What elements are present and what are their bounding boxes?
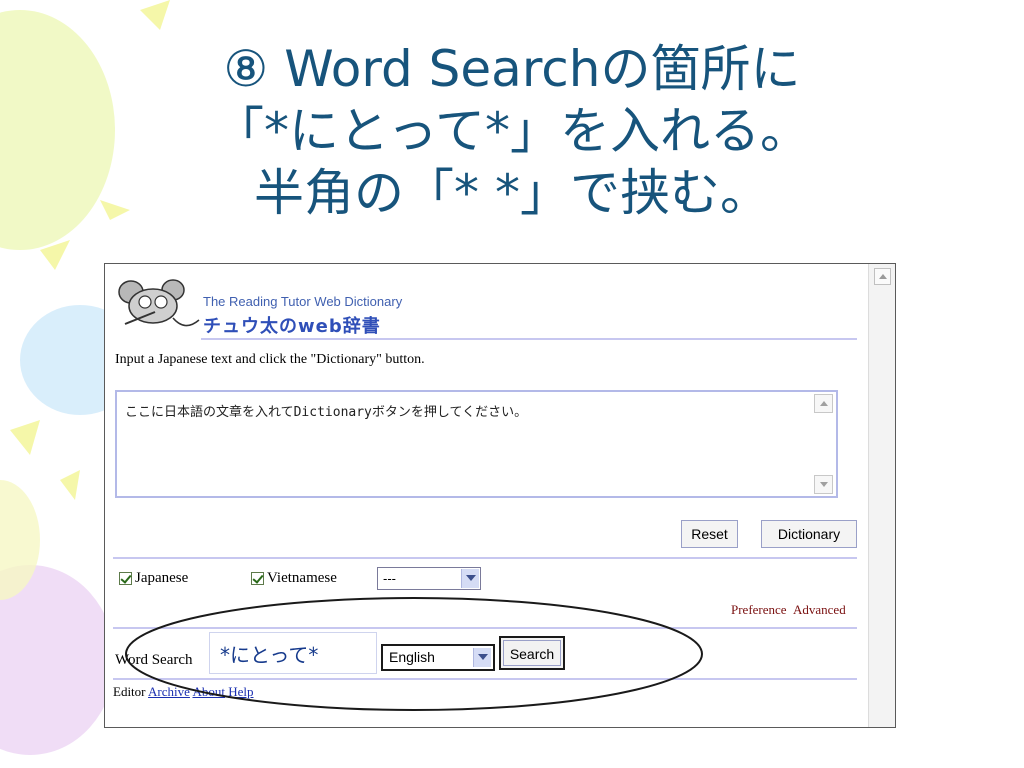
editor-label: Editor (113, 684, 146, 699)
word-search-label: Word Search (115, 652, 193, 668)
word-search-language-value: English (389, 649, 435, 665)
logo-title: チュウ太のweb辞書 (203, 316, 381, 337)
search-button[interactable]: Search (499, 636, 565, 670)
japanese-text-input[interactable]: ここに日本語の文章を入れてDictionaryボタンを押してください。 (115, 390, 838, 498)
textbox-scrollbar[interactable] (814, 394, 834, 494)
logo-subtitle: The Reading Tutor Web Dictionary (203, 294, 403, 309)
textbox-scroll-up-icon[interactable] (814, 394, 833, 413)
text-input-value: ここに日本語の文章を入れてDictionaryボタンを押してください。 (125, 405, 528, 420)
advanced-link[interactable]: Advanced (793, 602, 846, 618)
search-button-label: Search (503, 640, 561, 666)
instruction-text: Input a Japanese text and click the "Dic… (115, 352, 425, 367)
vietnamese-checkbox-label: Vietnamese (267, 570, 337, 586)
footer-divider (113, 678, 857, 680)
textbox-scroll-down-icon[interactable] (814, 475, 833, 494)
footer-links: Editor Archive About Help (113, 684, 254, 700)
reset-button[interactable]: Reset (681, 520, 738, 548)
slide-title-line-3: 半角の「* *」で挟む。 (254, 164, 770, 222)
dictionary-button[interactable]: Dictionary (761, 520, 857, 548)
scroll-up-arrow-icon[interactable] (874, 268, 891, 285)
page-scrollbar[interactable] (868, 264, 895, 727)
header-divider (201, 338, 857, 340)
options-divider (113, 557, 857, 559)
slide-title: ⑧ Word Searchの箇所に 「*にとって*」を入れる。 半角の「* *」… (0, 38, 1024, 224)
language-select-value: --- (383, 571, 396, 586)
word-search-input[interactable]: *にとって* (209, 632, 377, 674)
search-divider (113, 627, 857, 629)
dictionary-screenshot: The Reading Tutor Web Dictionary チュウ太のwe… (104, 263, 896, 728)
language-select[interactable]: --- (377, 567, 481, 590)
about-link[interactable]: About (192, 684, 225, 699)
chevron-down-icon[interactable] (461, 569, 479, 588)
slide-title-line-2: 「*にとって*」を入れる。 (214, 102, 810, 160)
japanese-checkbox-label: Japanese (135, 570, 189, 586)
japanese-checkbox[interactable] (119, 572, 132, 585)
mouse-logo-icon (118, 279, 200, 327)
word-search-language-select[interactable]: English (381, 644, 495, 671)
word-search-input-value: *にとって* (220, 643, 319, 667)
archive-link[interactable]: Archive (148, 684, 190, 699)
preference-link[interactable]: Preference (731, 602, 787, 618)
vietnamese-checkbox[interactable] (251, 572, 264, 585)
chevron-down-icon[interactable] (473, 648, 491, 667)
slide-title-line-1: ⑧ Word Searchの箇所に (223, 40, 801, 98)
help-link[interactable]: Help (228, 684, 253, 699)
